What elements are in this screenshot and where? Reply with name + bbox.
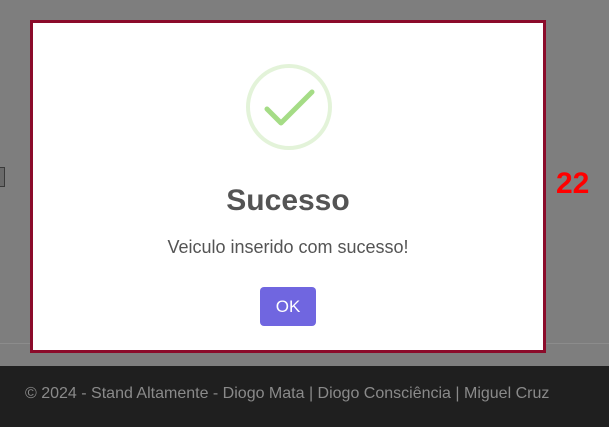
success-dialog: Sucesso Veiculo inserido com sucesso! OK [30, 20, 546, 353]
ok-button[interactable]: OK [260, 287, 316, 326]
footer-text: © 2024 - Stand Altamente - Diogo Mata | … [25, 385, 550, 402]
dialog-message: Veiculo inserido com sucesso! [167, 237, 409, 257]
partially-hidden-control [0, 167, 5, 187]
side-number: 22 [556, 167, 590, 200]
success-check-icon [245, 63, 333, 151]
dialog-title: Sucesso [226, 184, 350, 217]
